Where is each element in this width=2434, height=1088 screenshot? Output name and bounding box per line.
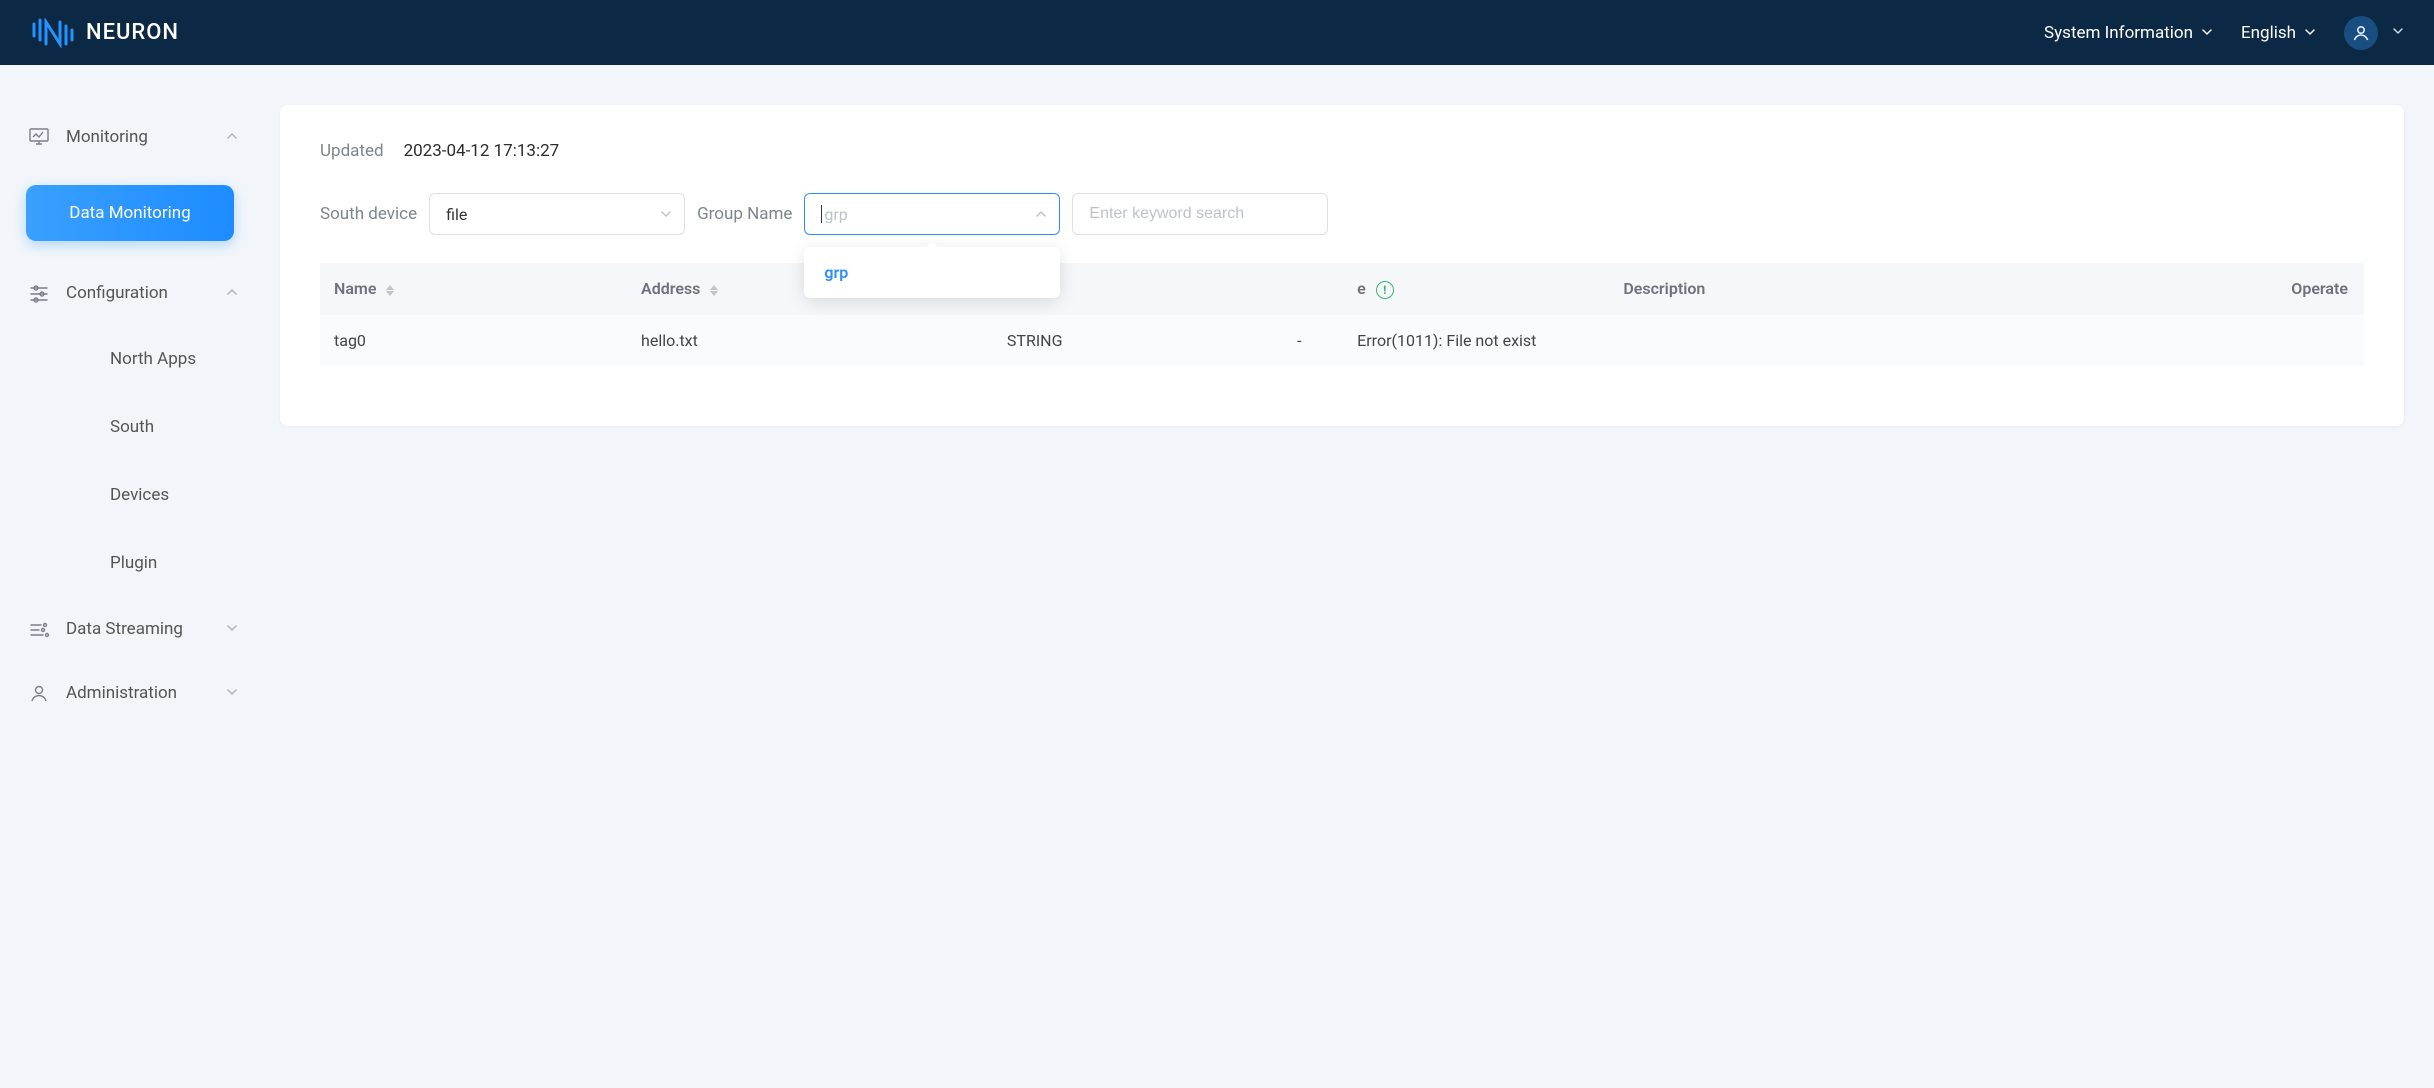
south-device-select[interactable]: file	[429, 193, 685, 235]
sidebar-item-south-devices[interactable]: South Devices	[26, 393, 234, 529]
table-header-row: Name Address Type e !	[320, 263, 2364, 315]
system-information-menu[interactable]: System Information	[2044, 23, 2213, 43]
sidebar-group-administration: Administration	[0, 661, 260, 725]
group-option-label: grp	[824, 263, 848, 282]
chevron-up-icon	[1035, 205, 1047, 224]
sidebar-item-label: Data Monitoring	[69, 203, 190, 223]
sidebar-title-label: Configuration	[66, 283, 168, 303]
sidebar-title-configuration[interactable]: Configuration	[0, 261, 260, 325]
info-icon[interactable]: !	[1376, 281, 1394, 299]
col-value-partial: e !	[1343, 263, 1609, 315]
sidebar-title-monitoring[interactable]: Monitoring	[0, 105, 260, 169]
col-label: Address	[641, 279, 700, 298]
south-device-value: file	[446, 205, 467, 224]
sort-icon[interactable]	[710, 285, 718, 296]
updated-value: 2023-04-12 17:13:27	[404, 141, 560, 161]
cell-type: STRING	[993, 315, 1283, 366]
sidebar-title-label: Administration	[66, 683, 177, 703]
language-label: English	[2241, 23, 2296, 43]
sidebar-title-administration[interactable]: Administration	[0, 661, 260, 725]
group-name-label: Group Name	[697, 204, 792, 224]
col-name[interactable]: Name	[320, 263, 627, 315]
col-label: e	[1357, 279, 1366, 298]
cell-description: Error(1011): File not exist	[1343, 315, 2063, 366]
sidebar-item-plugin[interactable]: Plugin	[26, 529, 234, 597]
sidebar-item-north-apps[interactable]: North Apps	[26, 325, 234, 393]
language-menu[interactable]: English	[2241, 23, 2316, 43]
avatar	[2344, 16, 2378, 50]
cell-name: tag0	[320, 315, 627, 366]
chevron-up-icon	[226, 127, 238, 147]
cell-address: hello.txt	[627, 315, 993, 366]
chevron-down-icon	[2201, 23, 2213, 43]
data-table: Name Address Type e !	[320, 263, 2364, 366]
updated-label: Updated	[320, 141, 384, 161]
col-description: Description	[1609, 263, 2063, 315]
sidebar-title-label: Data Streaming	[66, 619, 183, 639]
group-option-grp[interactable]: grp	[804, 253, 1060, 292]
group-dropdown: grp	[804, 247, 1060, 298]
col-label: Description	[1623, 279, 1705, 298]
col-operate: Operate	[2063, 263, 2364, 315]
main-content: Updated 2023-04-12 17:13:27 South device…	[260, 65, 2434, 725]
chevron-down-icon	[226, 683, 238, 703]
sidebar-item-data-monitoring[interactable]: Data Monitoring	[26, 185, 234, 241]
group-name-select[interactable]: grp	[804, 193, 1060, 235]
sidebar-item-label: North Apps	[110, 349, 196, 369]
header-right: System Information English	[2044, 16, 2404, 50]
chevron-down-icon	[2392, 25, 2404, 41]
brand-logo-icon	[30, 18, 74, 48]
col-label: Name	[334, 279, 376, 298]
content-card: Updated 2023-04-12 17:13:27 South device…	[280, 105, 2404, 426]
sidebar-group-monitoring: Monitoring Data Monitoring	[0, 105, 260, 241]
text-cursor	[821, 205, 822, 223]
system-information-label: System Information	[2044, 23, 2193, 43]
app-header: NEURON System Information English	[0, 0, 2434, 65]
chevron-up-icon	[226, 283, 238, 303]
sidebar-group-data-streaming: Data Streaming	[0, 597, 260, 661]
sort-icon[interactable]	[386, 285, 394, 296]
sidebar: Monitoring Data Monitoring Configuration	[0, 65, 260, 725]
updated-row: Updated 2023-04-12 17:13:27	[320, 141, 2364, 161]
sliders-icon	[26, 282, 52, 304]
keyword-search-input[interactable]	[1072, 193, 1328, 235]
group-name-placeholder: grp	[824, 205, 847, 224]
monitor-icon	[26, 126, 52, 148]
sidebar-item-label: Plugin	[110, 553, 157, 573]
user-menu[interactable]	[2344, 16, 2404, 50]
sidebar-title-label: Monitoring	[66, 127, 148, 147]
brand: NEURON	[30, 18, 179, 48]
chevron-down-icon	[660, 205, 672, 224]
user-icon	[26, 682, 52, 704]
col-label: Operate	[2291, 279, 2348, 298]
south-device-label: South device	[320, 204, 417, 224]
chevron-down-icon	[226, 619, 238, 639]
sidebar-item-label: South Devices	[110, 417, 169, 505]
group-select-wrapper: grp grp	[804, 193, 1060, 235]
col-value	[1283, 263, 1343, 315]
sidebar-group-configuration: Configuration North Apps South Devices P…	[0, 261, 260, 597]
brand-name: NEURON	[86, 20, 179, 45]
chevron-down-icon	[2304, 23, 2316, 43]
stream-icon	[26, 618, 52, 640]
table-row: tag0 hello.txt STRING - Error(1011): Fil…	[320, 315, 2364, 366]
sidebar-title-data-streaming[interactable]: Data Streaming	[0, 597, 260, 661]
cell-value: -	[1283, 315, 1343, 366]
filter-row: South device file Group Name grp	[320, 193, 2364, 235]
cell-operate	[2063, 315, 2364, 366]
layout: Monitoring Data Monitoring Configuration	[0, 65, 2434, 725]
